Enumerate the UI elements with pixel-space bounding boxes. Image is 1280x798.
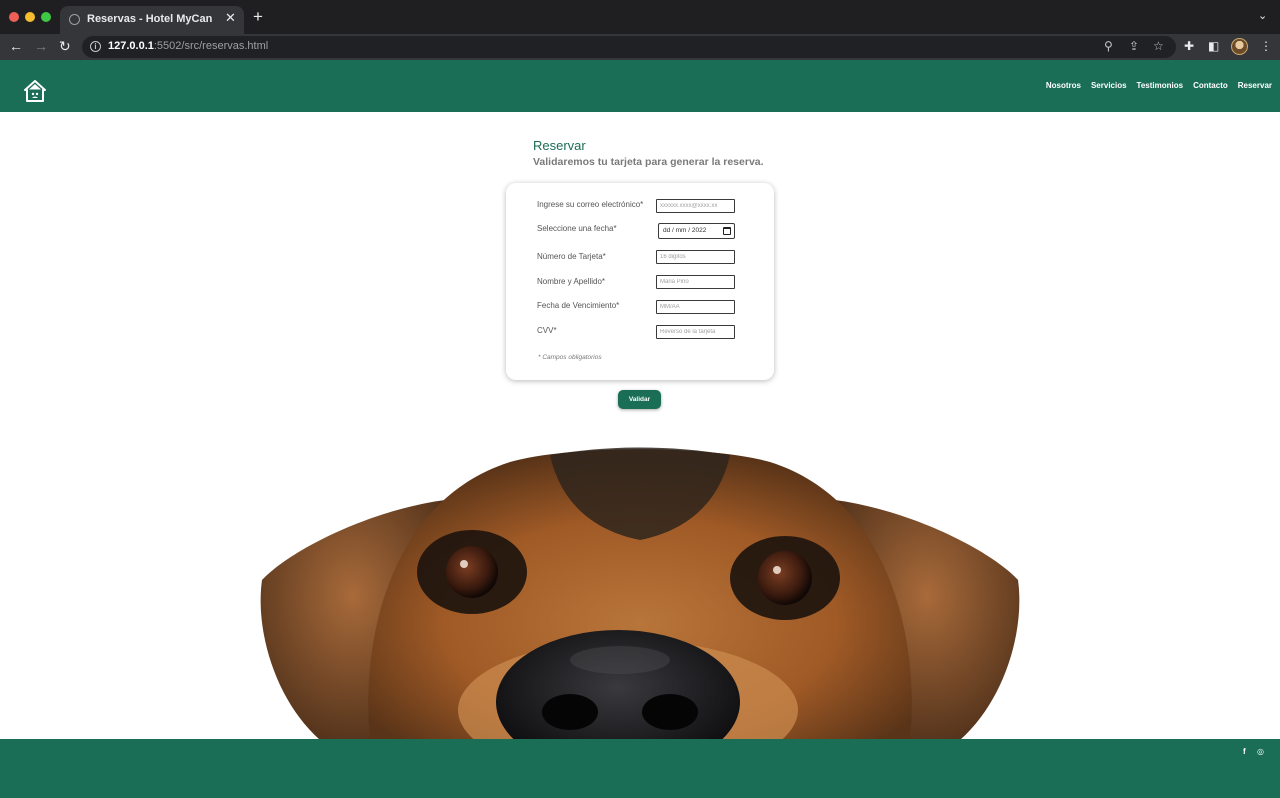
more-menu-icon[interactable]: ⋮ [1260, 39, 1272, 53]
side-panel-icon[interactable]: ◧ [1208, 39, 1219, 53]
facebook-icon[interactable]: f [1243, 747, 1246, 756]
browser-tab[interactable]: Reservas - Hotel MyCan ✕ [60, 6, 244, 34]
nav-reservar[interactable]: Reservar [1238, 81, 1272, 90]
email-label: Ingrese su correo electrónico* [537, 200, 644, 209]
dog-illustration [260, 447, 1020, 740]
instagram-icon[interactable]: ◎ [1257, 747, 1264, 756]
page-subtitle: Validaremos tu tarjeta para generar la r… [533, 156, 764, 168]
browser-toolbar: ← → ↻ i 127.0.0.1:5502/src/reservas.html… [0, 34, 1280, 60]
required-fields-note: * Campos obligatorios [538, 354, 602, 361]
zoom-icon[interactable]: ⚲ [1104, 39, 1113, 53]
minimize-window-button[interactable] [25, 12, 35, 22]
main-nav: Nosotros Servicios Testimonios Contacto … [1036, 81, 1272, 90]
maximize-window-button[interactable] [41, 12, 51, 22]
address-bar[interactable]: i 127.0.0.1:5502/src/reservas.html ⚲ ⇪ ☆ [82, 36, 1176, 58]
site-footer: f ◎ [0, 739, 1280, 798]
date-field[interactable]: dd / mm / 2022 [658, 223, 735, 239]
cvv-field[interactable] [656, 325, 735, 339]
tab-close-icon[interactable]: ✕ [225, 10, 236, 26]
back-icon[interactable]: ← [9, 38, 23, 54]
bookmark-star-icon[interactable]: ☆ [1153, 39, 1164, 53]
nav-testimonios[interactable]: Testimonios [1137, 81, 1184, 90]
card-number-field[interactable] [656, 250, 735, 264]
page-title: Reservar [533, 138, 586, 153]
home-logo-icon[interactable] [24, 80, 46, 103]
forward-icon[interactable]: → [34, 38, 48, 54]
name-label: Nombre y Apellido* [537, 277, 606, 286]
close-window-button[interactable] [9, 12, 19, 22]
info-icon[interactable]: i [90, 41, 101, 52]
date-value: dd / mm / 2022 [663, 227, 707, 234]
cvv-label: CVV* [537, 326, 557, 335]
tab-title: Reservas - Hotel MyCan [87, 13, 213, 25]
reload-icon[interactable]: ↻ [59, 38, 71, 54]
expiry-label: Fecha de Vencimiento* [537, 301, 620, 310]
email-field[interactable] [656, 199, 735, 213]
nav-contacto[interactable]: Contacto [1193, 81, 1228, 90]
extensions-icon[interactable]: ✚ [1184, 39, 1194, 53]
nav-nosotros[interactable]: Nosotros [1046, 81, 1081, 90]
site-header: Nosotros Servicios Testimonios Contacto … [0, 60, 1280, 112]
browser-tab-strip: Reservas - Hotel MyCan ✕ + ⌄ [0, 0, 1280, 34]
url-text: 127.0.0.1:5502/src/reservas.html [108, 40, 269, 52]
expiry-field[interactable] [656, 300, 735, 314]
name-field[interactable] [656, 275, 735, 289]
new-tab-icon[interactable]: + [253, 8, 263, 25]
share-icon[interactable]: ⇪ [1129, 39, 1139, 53]
reservation-form: Ingrese su correo electrónico* Seleccion… [506, 183, 774, 380]
globe-icon [69, 14, 80, 25]
card-number-label: Número de Tarjeta* [537, 252, 606, 261]
chevron-down-icon[interactable]: ⌄ [1258, 9, 1267, 22]
date-label: Seleccione una fecha* [537, 224, 617, 233]
nav-servicios[interactable]: Servicios [1091, 81, 1127, 90]
profile-avatar[interactable] [1231, 38, 1248, 55]
calendar-icon[interactable] [723, 227, 731, 235]
validate-button[interactable]: Validar [618, 390, 661, 409]
